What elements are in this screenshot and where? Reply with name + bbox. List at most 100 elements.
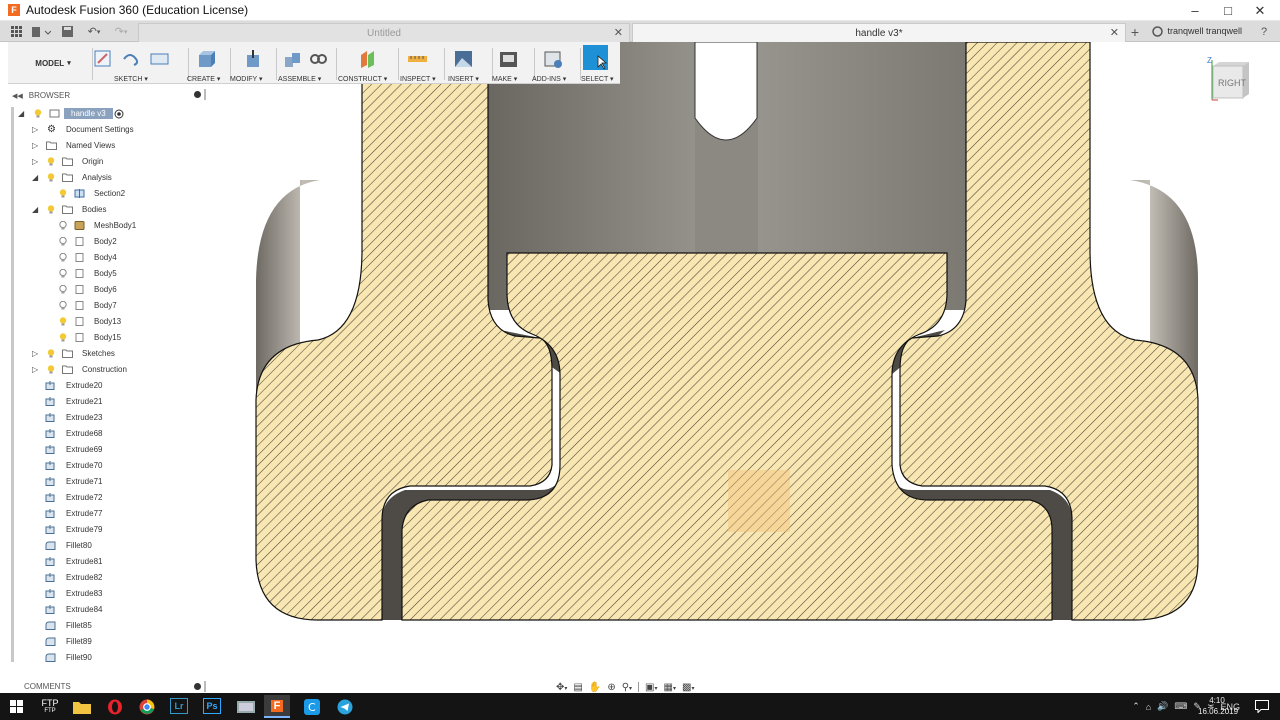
tree-named-views[interactable]: ▷ Named Views [16,138,206,154]
tab-handle-v3[interactable]: handle v3* ✕ [632,23,1126,42]
browser-scrollbar[interactable] [11,107,14,662]
photos-app-icon[interactable] [236,697,256,716]
tree-body6[interactable]: Body6 [16,282,206,298]
save-icon[interactable] [60,24,74,39]
tree-construction[interactable]: ▷ Construction [16,362,206,378]
feature-row[interactable]: Extrude70 [16,458,206,474]
tree-body5[interactable]: Body5 [16,266,206,282]
feature-row[interactable]: Extrude84 [16,602,206,618]
construct-group[interactable]: CONSTRUCT ▾ [338,42,396,84]
tree-body4[interactable]: Body4 [16,250,206,266]
tree-document-settings[interactable]: ▷ ⚙ Document Settings [16,122,206,138]
opera-icon[interactable] [105,697,125,716]
visibility-bulb-icon-off[interactable] [59,301,67,310]
tree-sketches[interactable]: ▷ Sketches [16,346,206,362]
windows-start-icon[interactable] [6,697,26,716]
expand-icon[interactable]: ▷ [32,142,40,150]
feature-row[interactable]: Extrude68 [16,426,206,442]
workspace-switcher[interactable]: MODEL ▾ [18,42,88,84]
visibility-bulb-icon-off[interactable] [59,285,67,294]
create-group[interactable]: CREATE ▾ [187,42,230,84]
tree-root[interactable]: ◢ handle v3 [16,106,206,122]
job-status-icon[interactable] [1150,24,1164,39]
visibility-bulb-icon-off[interactable] [59,269,67,278]
redo-icon[interactable]: ↷ ▾ [110,24,132,39]
grid-settings-icon[interactable]: ▦▾ [664,682,676,693]
maximize-button[interactable]: □ [1211,0,1245,21]
browser-header[interactable]: ◀◀ BROWSER [8,88,208,103]
select-tool-button[interactable] [583,45,608,70]
feature-row[interactable]: Extrude79 [16,522,206,538]
taskbar-clock[interactable]: 4:10 16.06.2019 [1198,695,1238,717]
zoom-icon[interactable]: ⊕ [607,682,615,693]
lightroom-icon[interactable]: Lr [170,698,188,714]
ftp-app-icon[interactable]: FTP FTP [38,697,62,716]
activate-icon[interactable] [114,109,124,119]
visibility-bulb-icon-off[interactable] [59,221,67,230]
expand-icon[interactable]: ▷ [32,126,40,134]
feature-row[interactable]: Extrude23 [16,410,206,426]
tab-untitled-close-icon[interactable]: ✕ [614,26,623,39]
browser-collapse-icon[interactable]: ◀◀ [12,92,23,100]
tree-body15[interactable]: Body15 [16,330,206,346]
feature-row[interactable]: Fillet89 [16,634,206,650]
tab-handle-close-icon[interactable]: ✕ [1110,26,1119,39]
viewports-icon[interactable]: ▩▾ [682,682,694,693]
insert-group[interactable]: INSERT ▾ [446,42,492,84]
visibility-bulb-icon-off[interactable] [59,253,67,262]
feature-row[interactable]: Extrude20 [16,378,206,394]
collapse-icon[interactable]: ◢ [32,206,40,214]
feature-row[interactable]: Extrude83 [16,586,206,602]
feature-row[interactable]: Fillet90 [16,650,206,666]
collapse-icon[interactable]: ◢ [32,174,40,182]
visibility-bulb-icon-off[interactable] [59,237,67,246]
display-settings-icon[interactable]: ▣▾ [645,682,657,693]
tree-bodies[interactable]: ◢ Bodies [16,202,206,218]
chrome-icon[interactable] [137,697,157,716]
feature-row[interactable]: Extrude72 [16,490,206,506]
minimize-button[interactable]: – [1178,0,1212,21]
browser-pin-icon[interactable] [194,91,201,98]
c-app-icon[interactable]: C [302,697,322,716]
feature-row[interactable]: Extrude21 [16,394,206,410]
new-tab-icon[interactable]: + [1128,24,1142,40]
visibility-bulb-icon[interactable] [34,109,42,118]
file-explorer-icon[interactable] [72,697,92,716]
tree-body2[interactable]: Body2 [16,234,206,250]
tree-analysis[interactable]: ◢ Analysis [16,170,206,186]
expand-icon[interactable]: ▷ [32,366,40,374]
feature-row[interactable]: Extrude81 [16,554,206,570]
add-ins-group[interactable]: ADD-INS ▾ [532,42,580,84]
collapse-icon[interactable]: ◢ [18,110,26,118]
tree-section2[interactable]: Section2 [16,186,206,202]
pan-icon[interactable]: ✋ [589,682,601,693]
tree-meshbody1[interactable]: MeshBody1 [16,218,206,234]
feature-row[interactable]: Fillet85 [16,618,206,634]
close-window-button[interactable]: ✕ [1243,0,1277,21]
expand-icon[interactable]: ▷ [32,350,40,358]
tab-untitled[interactable]: Untitled ✕ [138,23,630,42]
look-at-icon[interactable]: ▤ [573,682,582,693]
visibility-bulb-icon[interactable] [59,333,67,342]
assemble-group[interactable]: ASSEMBLE ▾ [278,42,334,84]
orbit-icon[interactable]: ✥▾ [556,682,567,693]
tree-body7[interactable]: Body7 [16,298,206,314]
keyboard-icon[interactable]: ⌨ [1174,701,1187,712]
view-cube[interactable]: RIGHT Z [1207,56,1251,104]
user-name[interactable]: tranqwell tranqwell [1167,26,1242,36]
feature-row[interactable]: Fillet80 [16,538,206,554]
comments-panel[interactable]: COMMENTS [8,680,208,693]
expand-icon[interactable]: ▷ [32,158,40,166]
make-group[interactable]: MAKE ▾ [492,42,534,84]
telegram-icon[interactable] [335,697,355,716]
tray-chevron-icon[interactable]: ⌃ [1132,701,1140,712]
notifications-icon[interactable] [1252,697,1272,716]
photoshop-icon[interactable]: Ps [203,698,221,714]
volume-icon[interactable]: 🔊 [1157,701,1168,712]
tree-origin[interactable]: ▷ Origin [16,154,206,170]
undo-icon[interactable]: ↶ ▾ [82,24,106,39]
visibility-bulb-icon[interactable] [47,173,55,182]
network-icon[interactable]: ⌂ [1146,702,1151,712]
visibility-bulb-icon[interactable] [47,365,55,374]
visibility-bulb-icon[interactable] [47,157,55,166]
